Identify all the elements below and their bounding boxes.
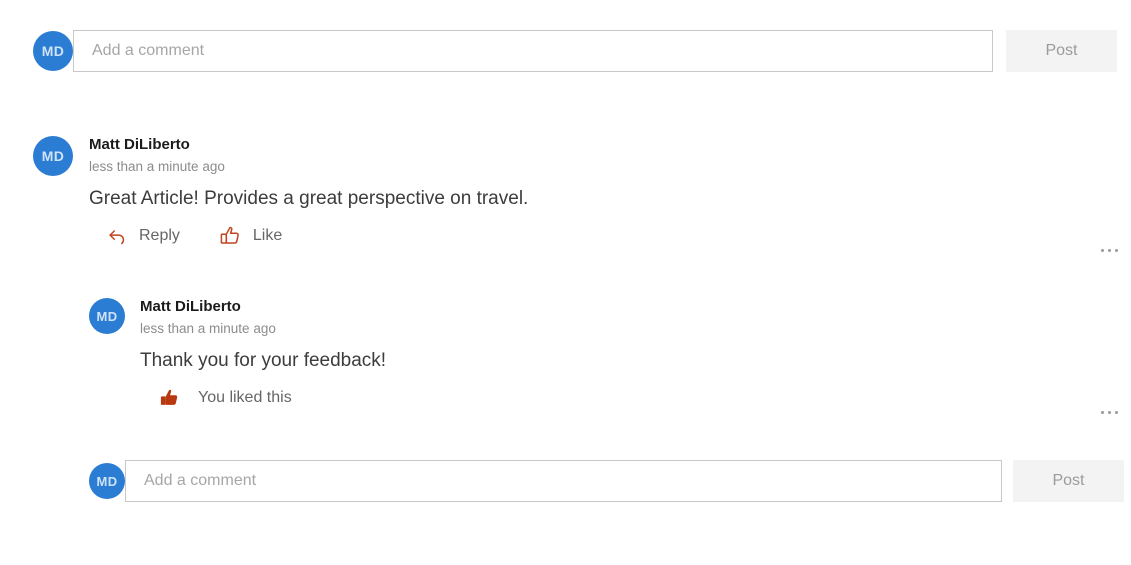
comment-timestamp: less than a minute ago	[140, 321, 276, 336]
comment-input-wrapper[interactable]	[125, 460, 1002, 502]
thumbs-up-filled-icon	[157, 386, 181, 410]
ellipsis-dot	[1108, 249, 1111, 252]
comment-input-wrapper[interactable]	[73, 30, 993, 72]
comment-input[interactable]	[142, 461, 1001, 501]
ellipsis-dot	[1115, 249, 1118, 252]
comment-more-options-button[interactable]	[1101, 249, 1118, 252]
post-button[interactable]: Post	[1013, 460, 1124, 502]
ellipsis-dot	[1101, 411, 1104, 414]
comment-body: Matt DiLiberto less than a minute ago Th…	[140, 298, 1123, 410]
reply-more-options-button[interactable]	[1101, 411, 1118, 414]
liked-label: You liked this	[198, 389, 292, 406]
comment-text: Great Article! Provides a great perspect…	[89, 188, 529, 209]
reply-label: Reply	[139, 227, 180, 244]
thumbs-up-outline-icon	[218, 224, 242, 248]
reply-arrow-icon	[106, 225, 128, 247]
comment-composer-top: MD Post	[33, 30, 1117, 72]
comment-body: Matt DiLiberto less than a minute ago Gr…	[89, 136, 1123, 248]
avatar: MD	[33, 136, 73, 176]
comment-timestamp: less than a minute ago	[89, 159, 225, 174]
comment-input[interactable]	[90, 31, 992, 71]
comment-thread-root: MD Matt DiLiberto less than a minute ago…	[33, 136, 1123, 248]
avatar: MD	[33, 31, 73, 71]
comment-action-row: Reply Like	[89, 224, 1123, 248]
like-button[interactable]: Like	[218, 224, 282, 248]
comment-author: Matt DiLiberto	[89, 136, 190, 153]
liked-status[interactable]: You liked this	[157, 386, 292, 410]
ellipsis-dot	[1101, 249, 1104, 252]
post-button[interactable]: Post	[1006, 30, 1117, 72]
comment-action-row: You liked this	[140, 386, 1123, 410]
avatar: MD	[89, 463, 125, 499]
reply-button[interactable]: Reply	[106, 225, 180, 247]
avatar: MD	[89, 298, 125, 334]
comment-thread-reply: MD Matt DiLiberto less than a minute ago…	[89, 298, 1123, 410]
ellipsis-dot	[1108, 411, 1111, 414]
ellipsis-dot	[1115, 411, 1118, 414]
comment-composer-bottom: MD Post	[89, 460, 1124, 502]
comment-text: Thank you for your feedback!	[140, 350, 387, 371]
comment-author: Matt DiLiberto	[140, 298, 241, 315]
like-label: Like	[252, 227, 283, 244]
